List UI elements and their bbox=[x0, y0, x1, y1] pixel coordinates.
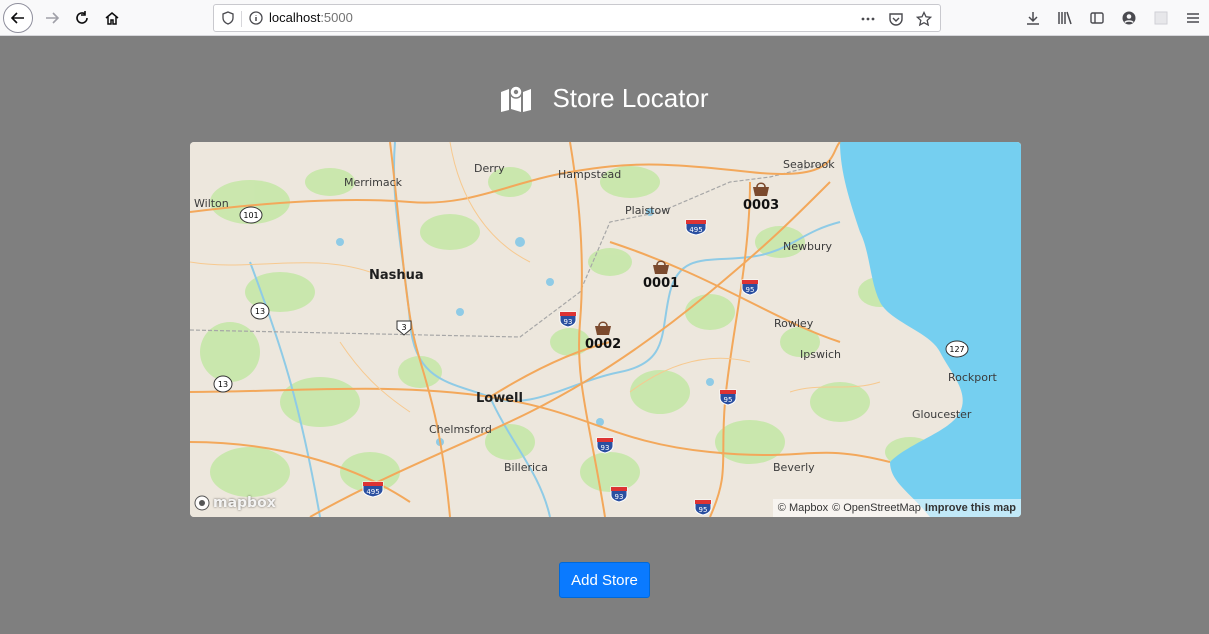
route-shield: 13 bbox=[213, 375, 233, 393]
place-label-rockport: Rockport bbox=[948, 371, 997, 384]
interstate-shield: 93 bbox=[610, 486, 628, 503]
url-port: :5000 bbox=[320, 10, 353, 25]
interstate-shield: 95 bbox=[741, 279, 759, 296]
home-button[interactable] bbox=[97, 3, 127, 33]
place-label-merrimack: Merrimack bbox=[344, 176, 403, 189]
arrow-right-icon bbox=[46, 12, 60, 24]
interstate-shield: 93 bbox=[559, 311, 577, 328]
map-attribution: © Mapbox © OpenStreetMap Improve this ma… bbox=[772, 499, 1021, 517]
svg-text:95: 95 bbox=[699, 506, 708, 514]
browser-tools bbox=[1023, 8, 1203, 28]
back-button[interactable] bbox=[3, 3, 33, 33]
svg-text:495: 495 bbox=[689, 226, 702, 234]
place-label-derry: Derry bbox=[474, 162, 505, 175]
mapbox-logo[interactable]: mapbox bbox=[194, 495, 276, 511]
basket-icon bbox=[595, 321, 612, 335]
svg-text:13: 13 bbox=[255, 307, 265, 316]
svg-text:495: 495 bbox=[366, 488, 379, 496]
svg-text:95: 95 bbox=[746, 286, 755, 294]
svg-text:101: 101 bbox=[243, 211, 258, 220]
interstate-shield: 95 bbox=[719, 389, 737, 406]
download-icon[interactable] bbox=[1023, 8, 1043, 28]
svg-text:127: 127 bbox=[949, 345, 964, 354]
account-icon[interactable] bbox=[1119, 8, 1139, 28]
route-shield: 127 bbox=[945, 340, 969, 358]
svg-text:95: 95 bbox=[724, 396, 733, 404]
place-label-nashua: Nashua bbox=[369, 268, 424, 283]
more-actions-icon[interactable] bbox=[858, 9, 878, 29]
interstate-shield: 495 bbox=[685, 219, 707, 236]
store-marker-label: 0002 bbox=[585, 337, 622, 352]
sidebar-icon[interactable] bbox=[1087, 8, 1107, 28]
improve-map-link[interactable]: Improve this map bbox=[925, 502, 1016, 514]
route-shield: 101 bbox=[239, 206, 263, 224]
place-label-seabrook: Seabrook bbox=[783, 158, 835, 171]
place-label-lowell: Lowell bbox=[476, 391, 523, 406]
attribution-mapbox-link[interactable]: © Mapbox bbox=[778, 502, 828, 514]
home-icon bbox=[105, 12, 119, 25]
url-text[interactable]: localhost:5000 bbox=[269, 10, 353, 25]
store-map[interactable]: Derry Hampstead Seabrook Merrimack Wilto… bbox=[190, 142, 1021, 517]
place-label-beverly: Beverly bbox=[773, 461, 815, 474]
page-header: Store Locator bbox=[0, 80, 1209, 116]
url-bar[interactable]: localhost:5000 bbox=[213, 4, 941, 32]
place-label-rowley: Rowley bbox=[774, 317, 814, 330]
store-marker-label: 0003 bbox=[743, 198, 780, 213]
store-marker-0002[interactable]: 0002 bbox=[585, 320, 621, 352]
url-actions bbox=[858, 9, 934, 29]
svg-text:3: 3 bbox=[401, 323, 406, 332]
route-shield: 3 bbox=[396, 320, 412, 336]
reload-button[interactable] bbox=[67, 3, 97, 33]
place-label-billerica: Billerica bbox=[504, 461, 548, 474]
menu-icon[interactable] bbox=[1183, 8, 1203, 28]
store-marker-label: 0001 bbox=[643, 276, 680, 291]
info-icon[interactable] bbox=[248, 10, 264, 30]
interstate-shield: 93 bbox=[596, 437, 614, 454]
place-label-newbury: Newbury bbox=[783, 240, 832, 253]
place-label-hampstead: Hampstead bbox=[558, 168, 622, 181]
place-label-chelmsford: Chelmsford bbox=[429, 423, 492, 436]
attribution-osm-link[interactable]: © OpenStreetMap bbox=[832, 502, 921, 514]
interstate-shield: 95 bbox=[694, 499, 712, 516]
browser-toolbar: localhost:5000 bbox=[0, 0, 1209, 36]
svg-text:93: 93 bbox=[615, 493, 624, 501]
url-host: localhost bbox=[269, 10, 321, 25]
place-label-wilton: Wilton bbox=[194, 197, 229, 210]
place-label-plaistow: Plaistow bbox=[625, 204, 671, 217]
basket-icon bbox=[753, 182, 770, 196]
store-marker-0001[interactable]: 0001 bbox=[643, 259, 679, 291]
mapbox-logo-text: mapbox bbox=[213, 495, 276, 511]
mapbox-icon bbox=[194, 495, 210, 511]
library-icon[interactable] bbox=[1055, 8, 1075, 28]
svg-text:93: 93 bbox=[601, 444, 610, 452]
star-icon[interactable] bbox=[914, 9, 934, 29]
interstate-shield: 495 bbox=[362, 481, 384, 498]
extension-icon[interactable] bbox=[1151, 8, 1171, 28]
pocket-icon[interactable] bbox=[886, 9, 906, 29]
forward-button[interactable] bbox=[37, 3, 67, 33]
svg-text:93: 93 bbox=[564, 318, 573, 326]
arrow-left-icon bbox=[10, 12, 24, 24]
add-store-button[interactable]: Add Store bbox=[559, 562, 650, 598]
url-separator bbox=[241, 11, 242, 27]
basket-icon bbox=[653, 260, 670, 274]
svg-text:13: 13 bbox=[218, 380, 228, 389]
reload-icon bbox=[76, 11, 88, 24]
place-label-ipswich: Ipswich bbox=[800, 348, 842, 361]
place-label-gloucester: Gloucester bbox=[912, 408, 972, 421]
store-marker-0003[interactable]: 0003 bbox=[743, 181, 779, 213]
route-shield: 13 bbox=[250, 302, 270, 320]
map-icon bbox=[501, 85, 532, 112]
shield-icon[interactable] bbox=[220, 10, 236, 30]
page-title: Store Locator bbox=[552, 82, 709, 113]
